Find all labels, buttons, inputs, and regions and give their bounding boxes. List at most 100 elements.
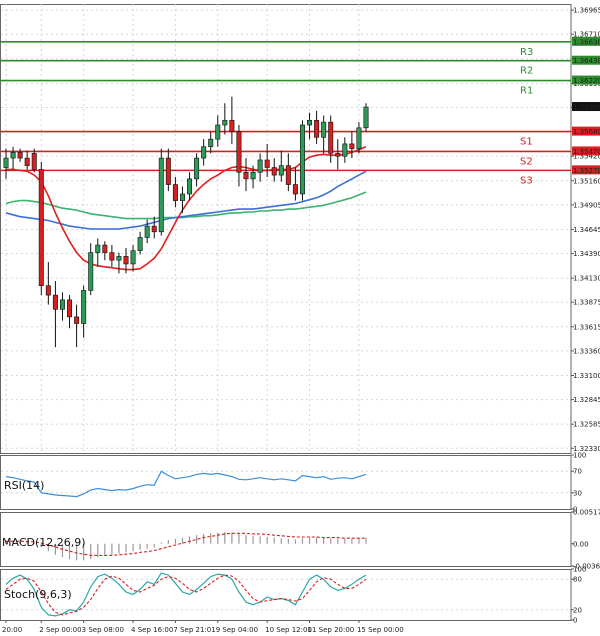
candle-body — [208, 138, 214, 148]
axis-tick-label: 0 — [573, 617, 577, 625]
rsi-panel: 10070300RSI(14) — [0, 452, 586, 514]
time-axis: 20:00 2 Sep 00:00 3 Sep 08:00 4 Sep 16:00 7 … — [2, 620, 404, 634]
time-tick-label: 11 Sep 20:00 — [308, 626, 355, 634]
level-price-label: 1.35270 — [573, 167, 600, 175]
stoch-panel: 100 80 20 0 Stoch(9,6,3) — [0, 566, 586, 625]
last-price-label: 1.35940 — [573, 104, 600, 112]
candle-body — [335, 153, 341, 157]
candle-body — [356, 127, 362, 149]
price-tick-label: 1.32845 — [573, 396, 600, 404]
panel-frame — [0, 569, 572, 621]
candle-body — [151, 225, 157, 233]
candle-body — [24, 157, 30, 166]
candle-body — [278, 165, 284, 176]
price-tick-label: 1.35160 — [573, 177, 600, 185]
time-tick-label: 3 Sep 08:00 — [82, 626, 124, 634]
price-tick-label: 1.33615 — [573, 323, 600, 331]
candle-body — [215, 124, 221, 140]
level-price-label: 1.35470 — [573, 148, 600, 156]
forex-chart: 1.369651.367101.364501.361901.359351.356… — [0, 4, 600, 634]
candle-body — [45, 285, 51, 296]
axis-tick-label: 20 — [573, 606, 582, 614]
macd-label: MACD(12,26,9) — [2, 536, 86, 549]
candle-body — [321, 121, 327, 138]
candle-body — [179, 193, 185, 201]
candle-body — [342, 143, 348, 157]
candle-body — [158, 157, 164, 233]
axis-tick-label: 70 — [573, 468, 582, 476]
candle-body — [38, 169, 44, 286]
time-tick-label: 9 Sep 04:00 — [216, 626, 258, 634]
candle-body — [271, 167, 277, 176]
candle-body — [31, 153, 37, 170]
price-tick-label: 1.34390 — [573, 250, 600, 258]
candle-body — [74, 316, 80, 324]
candle-body — [250, 171, 256, 180]
price-tick-label: 1.33875 — [573, 299, 600, 307]
price-tick-label: 1.36965 — [573, 7, 600, 15]
candle-body — [130, 250, 136, 265]
level-name-s3: S3 — [520, 175, 533, 186]
time-tick-label: 7 Sep 21:01 — [173, 626, 215, 634]
price-tick-label: 1.34130 — [573, 275, 600, 283]
axis-tick-label: 80 — [573, 576, 582, 584]
price-tick-label: 1.33100 — [573, 372, 600, 380]
axis-tick-label: 0.00 — [573, 540, 589, 548]
stoch-label: Stoch(9,6,3) — [4, 588, 72, 601]
candle-body — [102, 244, 108, 253]
level-name-r2: R2 — [520, 66, 533, 77]
candle-body — [137, 237, 143, 252]
level-price-label: 1.36630 — [573, 38, 600, 46]
candle-body — [123, 256, 129, 265]
axis-tick-label: 100 — [573, 566, 586, 574]
level-name-r1: R1 — [520, 86, 533, 97]
candle-body — [187, 178, 193, 195]
candle-body — [229, 119, 235, 132]
candle-body — [257, 159, 263, 173]
candle-body — [222, 119, 228, 126]
candle-body — [201, 146, 207, 159]
level-name-s1: S1 — [520, 137, 533, 148]
time-tick-label: 20:00 — [2, 626, 22, 634]
candle-body — [349, 143, 355, 149]
panel-frame — [0, 455, 572, 510]
level-price-label: 1.36220 — [573, 77, 600, 85]
candle-body — [285, 165, 291, 185]
candle-body — [292, 184, 298, 195]
candle-body — [314, 119, 320, 138]
price-tick-label: 1.34905 — [573, 201, 600, 209]
candle-body — [59, 299, 65, 310]
time-tick-label: 4 Sep 16:00 — [131, 626, 173, 634]
time-tick-label: 10 Sep 12:00 — [265, 626, 312, 634]
axis-tick-label: 100 — [573, 452, 586, 460]
candle-body — [17, 152, 23, 159]
candle-body — [236, 131, 242, 173]
level-price-label: 1.36430 — [573, 57, 600, 65]
candle-body — [264, 159, 270, 168]
candle-body — [243, 171, 249, 180]
level-name-s2: S2 — [520, 156, 533, 167]
axis-tick-label: 0.005174 — [573, 509, 600, 517]
rsi-label: RSI(14) — [4, 479, 44, 492]
candle-body — [299, 124, 305, 195]
price-tick-label: 1.33360 — [573, 347, 600, 355]
candle-body — [172, 184, 178, 201]
candle-body — [194, 157, 200, 180]
candle-body — [363, 106, 369, 129]
level-name-r3: R3 — [520, 47, 533, 58]
time-tick-label: 15 Sep 00:00 — [357, 626, 404, 634]
candle-body — [95, 244, 101, 253]
price-panel: 1.369651.367101.364501.361901.359351.356… — [0, 4, 600, 454]
candle-body — [144, 225, 150, 238]
axis-tick-label: 30 — [573, 489, 582, 497]
candle-body — [10, 152, 16, 159]
price-tick-label: 1.34645 — [573, 226, 600, 234]
panel-frame — [0, 512, 572, 567]
candle-body — [88, 252, 94, 291]
price-tick-label: 1.32585 — [573, 421, 600, 429]
candle-body — [116, 256, 122, 261]
level-price-label: 1.35680 — [573, 128, 600, 136]
macd-panel: 0.0051740.00-0.003625MACD(12,26,9) — [0, 509, 600, 571]
candle-body — [328, 121, 334, 154]
candle-body — [52, 294, 58, 310]
